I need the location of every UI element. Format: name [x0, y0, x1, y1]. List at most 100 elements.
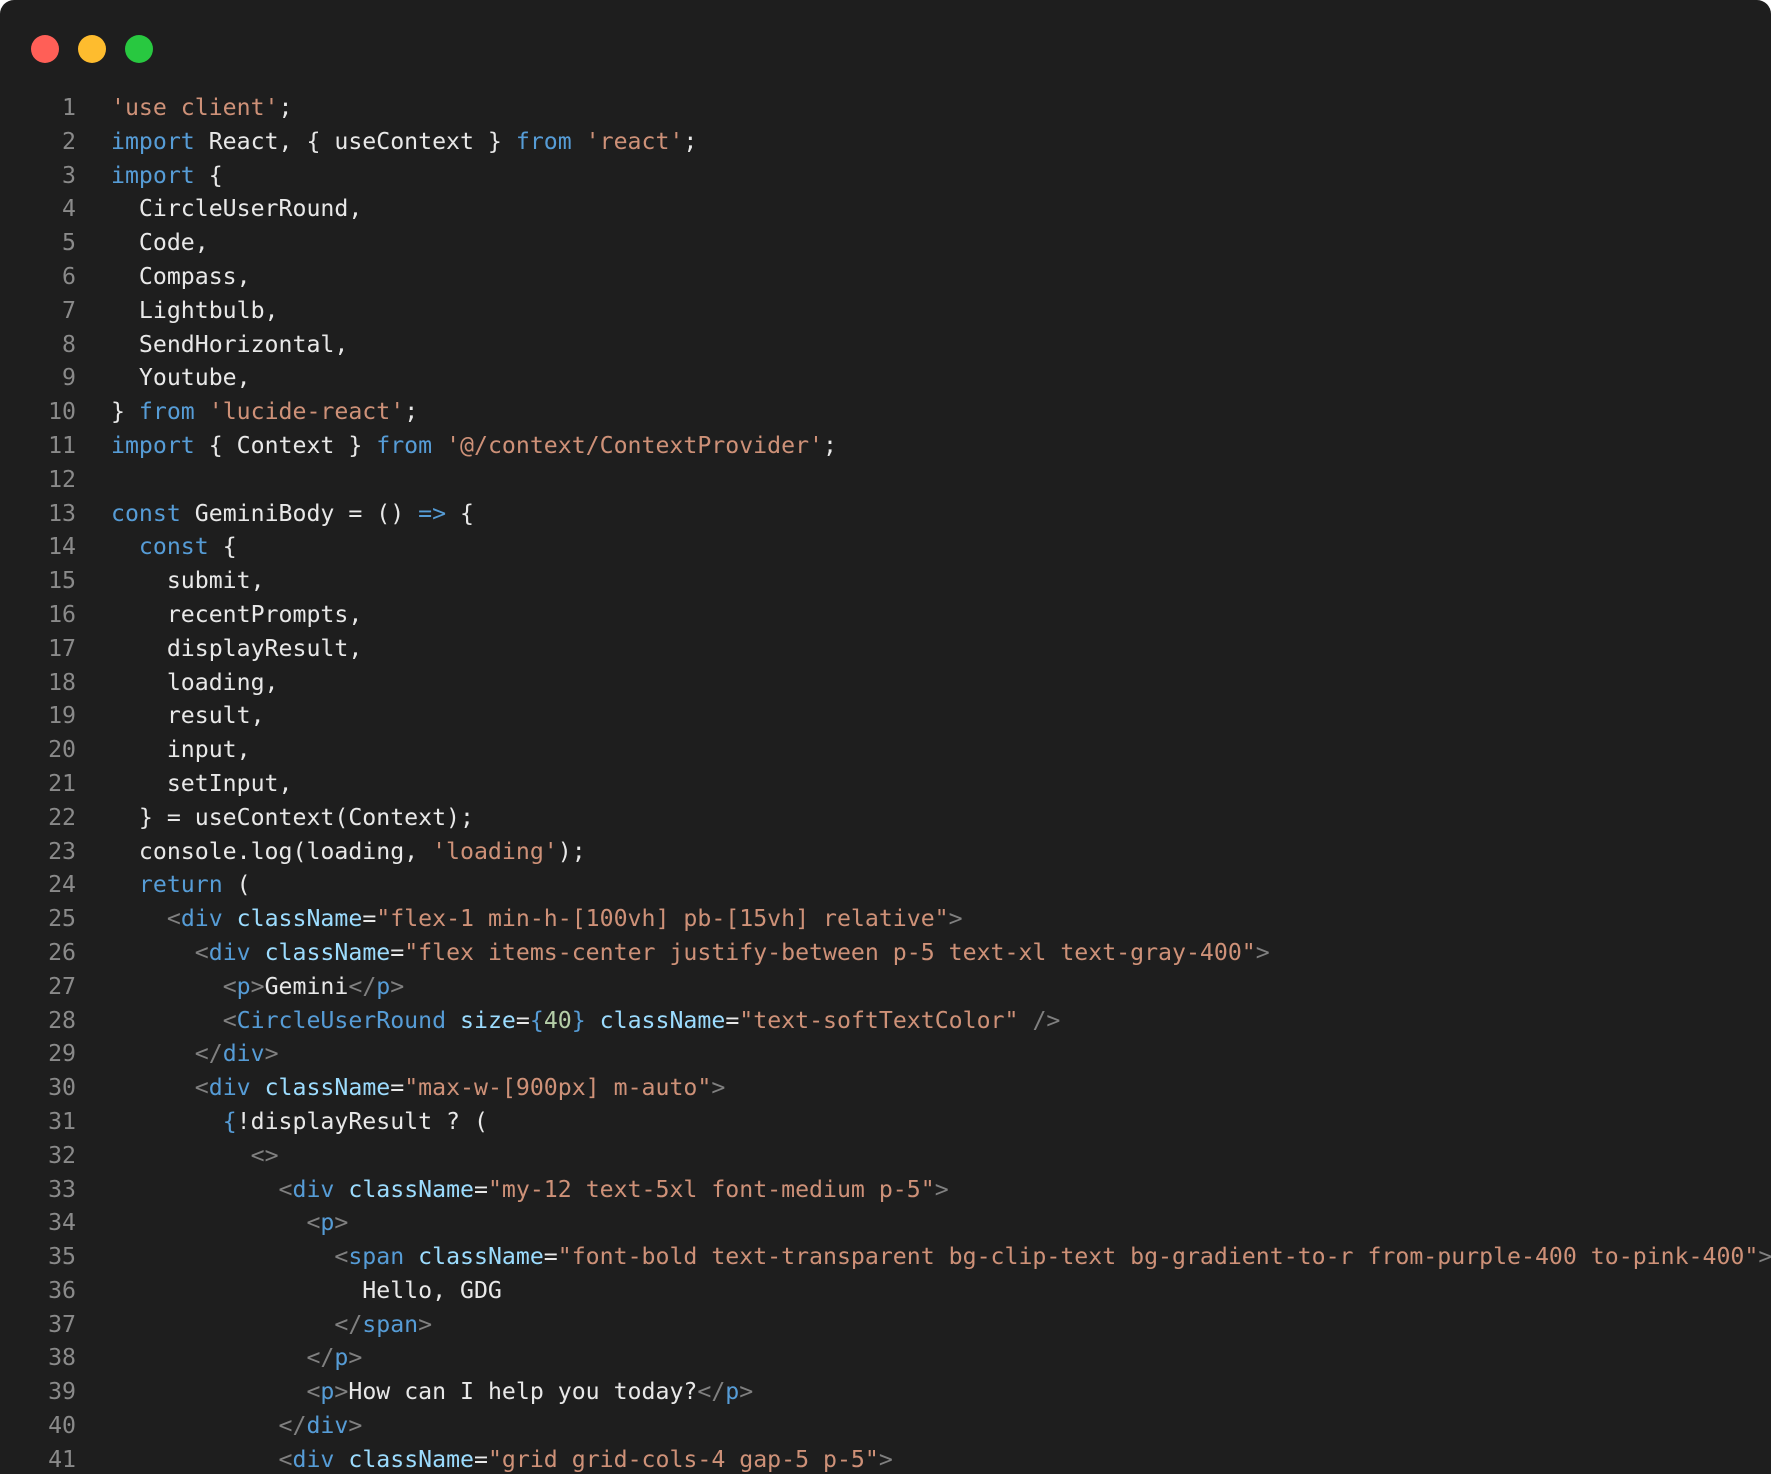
code-token: < [194, 1074, 209, 1102]
line-number: 14 [48, 533, 76, 561]
code-line: 30 <div className="max-w-[900px] m-auto"… [0, 1071, 1771, 1105]
code-token: p [725, 1378, 740, 1406]
line-text: 'use client'; [111, 91, 293, 125]
minimize-window-button[interactable] [78, 35, 106, 63]
code-token: { [208, 533, 237, 561]
line-number: 41 [48, 1445, 76, 1473]
code-token: = [725, 1006, 740, 1034]
code-line: 1 'use client'; [0, 91, 1771, 125]
line-text: import { [111, 159, 223, 193]
code-window: 1 'use client'; 2 import React, { useContex… [0, 0, 1771, 1474]
code-line: 12 [0, 463, 1771, 497]
code-line: 13 const GeminiBody = () => { [0, 497, 1771, 531]
code-line: 3 import { [0, 159, 1771, 193]
line-number: 40 [48, 1412, 76, 1440]
code-line: 29 </div> [0, 1037, 1771, 1071]
code-token: React, { useContext } [194, 127, 516, 155]
code-token: > [264, 1040, 279, 1068]
line-number: 34 [48, 1209, 76, 1237]
code-line: 26 <div className="flex items-center jus… [0, 936, 1771, 970]
code-token: 40 [543, 1006, 572, 1034]
line-text: console.log(loading, 'loading'); [111, 835, 586, 869]
code-token: </ [334, 1310, 363, 1338]
code-token: = [362, 905, 377, 933]
line-text: {!displayResult ? ( [111, 1105, 488, 1139]
code-line: 16 recentPrompts, [0, 598, 1771, 632]
line-text: Code, [111, 226, 209, 260]
code-token: import [111, 431, 195, 459]
line-text: submit, [111, 564, 265, 598]
code-token: < [166, 905, 181, 933]
code-token: div [180, 905, 223, 933]
code-token: > [1255, 938, 1270, 966]
line-text: const { [111, 530, 237, 564]
code-token: { [194, 161, 223, 189]
code-token: div [222, 1040, 265, 1068]
line-number: 17 [48, 634, 76, 662]
line-text: } = useContext(Context); [111, 801, 474, 835]
code-token: p [236, 972, 251, 1000]
code-token: submit, [111, 567, 265, 595]
line-text: Compass, [111, 260, 251, 294]
line-number: 31 [48, 1107, 76, 1135]
line-number: 12 [48, 465, 76, 493]
code-token: ; [278, 94, 293, 121]
line-text: <div className="grid grid-cols-4 gap-5 p… [111, 1443, 893, 1474]
line-number: 24 [48, 871, 76, 899]
code-token: ; [683, 127, 698, 155]
code-token: </ [306, 1344, 335, 1372]
code-token: Hello, GDG [111, 1276, 502, 1304]
line-text: <p>Gemini</p> [111, 970, 405, 1004]
line-number: 16 [48, 600, 76, 628]
code-line: 21 setInput, [0, 767, 1771, 801]
code-token: div [208, 1074, 251, 1102]
code-token: "flex items-center justify-between p-5 t… [404, 938, 1256, 966]
line-text: input, [111, 733, 251, 767]
code-token: => [418, 499, 447, 527]
line-text: import { Context } from '@/context/Conte… [111, 429, 837, 463]
code-token: } [111, 398, 139, 426]
code-token: < [278, 1175, 293, 1203]
code-token: p [376, 972, 391, 1000]
code-token: > [739, 1378, 754, 1406]
line-number: 32 [48, 1141, 76, 1169]
zoom-window-button[interactable] [125, 35, 153, 63]
line-text: <span className="font-bold text-transpar… [111, 1240, 1771, 1274]
line-text: const GeminiBody = () => { [111, 497, 474, 531]
code-token: "max-w-[900px] m-auto" [404, 1074, 712, 1102]
code-token: CircleUserRound [236, 1006, 447, 1034]
code-line: 18 loading, [0, 666, 1771, 700]
line-number: 7 [62, 296, 76, 324]
code-token: </ [194, 1040, 223, 1068]
line-number: 20 [48, 736, 76, 764]
line-number: 33 [48, 1175, 76, 1203]
code-token: !displayResult ? ( [236, 1107, 488, 1135]
code-token: < [222, 972, 237, 1000]
code-line: 7 Lightbulb, [0, 294, 1771, 328]
line-text: <p>How can I help you today?</p> [111, 1375, 753, 1409]
code-token: SendHorizontal, [111, 330, 349, 358]
code-token: div [292, 1175, 335, 1203]
code-line: 35 <span className="font-bold text-trans… [0, 1240, 1771, 1274]
code-token: className [348, 1445, 474, 1473]
close-window-button[interactable] [31, 35, 59, 63]
line-text: recentPrompts, [111, 598, 362, 632]
code-token: GeminiBody = () [180, 499, 419, 527]
code-token: > [878, 1445, 893, 1473]
code-token: size [460, 1006, 516, 1034]
code-token: "text-softTextColor" [739, 1006, 1019, 1034]
